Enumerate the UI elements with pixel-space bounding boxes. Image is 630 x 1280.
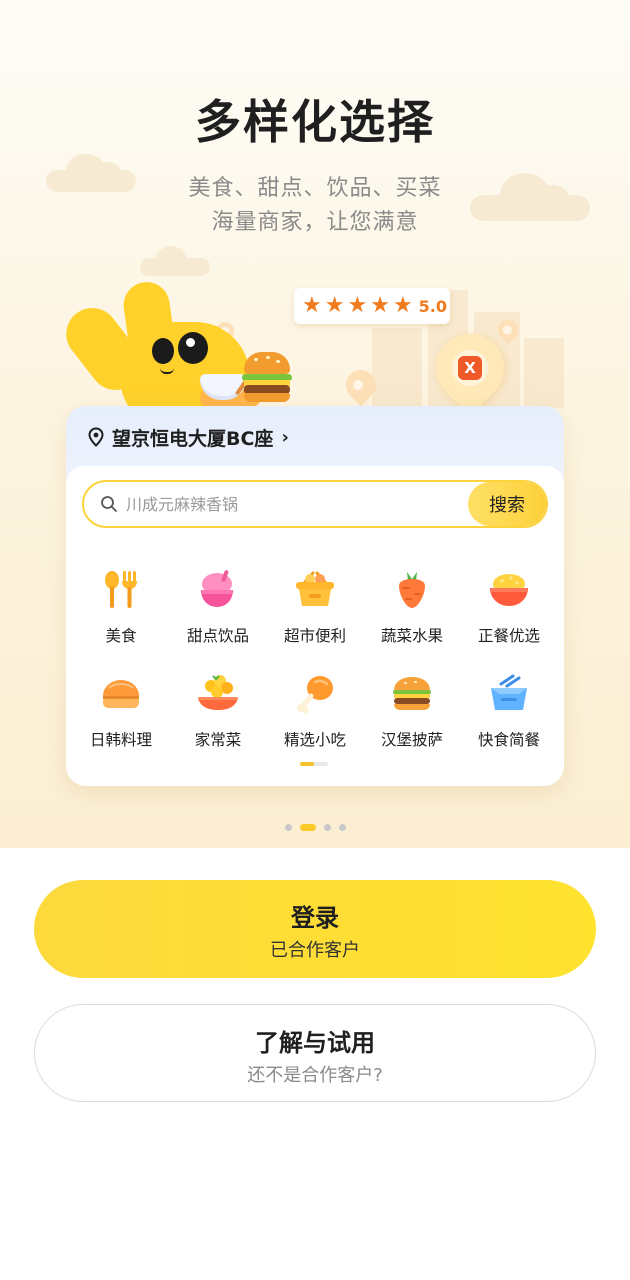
- category-item[interactable]: 甜点饮品: [169, 562, 267, 652]
- card-body: 搜索 美食: [66, 466, 564, 786]
- location-selector[interactable]: 望京恒电大厦BC座 ›: [86, 424, 289, 450]
- hero-subtitle-line1: 美食、甜点、饮品、买菜: [188, 176, 442, 201]
- search-button[interactable]: 搜索: [468, 482, 546, 526]
- category-label: 超市便利: [283, 627, 346, 645]
- trial-button-subtitle: 还不是合作客户?: [247, 1065, 383, 1086]
- category-item[interactable]: 快食简餐: [460, 666, 558, 756]
- login-button[interactable]: 登录 已合作客户: [34, 880, 596, 978]
- category-label: 家常菜: [194, 731, 242, 749]
- category-item[interactable]: 汉堡披萨: [363, 666, 461, 756]
- category-label: 日韩料理: [89, 731, 152, 749]
- app-preview-card: 望京恒电大厦BC座 › 搜索: [66, 406, 564, 786]
- drumstick-icon: [297, 676, 333, 714]
- carousel-dot[interactable]: [338, 824, 346, 831]
- search-input[interactable]: [126, 484, 468, 524]
- brand-logo-icon: X: [458, 356, 482, 380]
- login-button-title: 登录: [291, 904, 339, 932]
- category-item[interactable]: 美食: [72, 562, 170, 652]
- dessert-cup-icon: [201, 570, 233, 607]
- category-item[interactable]: 日韩料理: [72, 666, 170, 756]
- onboarding-hero: 多样化选择 美食、甜点、饮品、买菜 海量商家，让您满意 ★ ★ ★ ★ ★ 5.…: [0, 0, 630, 848]
- category-item[interactable]: 超市便利: [266, 562, 364, 652]
- category-label: 汉堡披萨: [380, 731, 443, 749]
- rating-score: 5.0: [418, 296, 448, 316]
- burger-icon: [242, 352, 292, 402]
- category-label: 蔬菜水果: [380, 627, 443, 645]
- hero-title: 多样化选择: [195, 95, 435, 149]
- mascot-illustration: [55, 279, 310, 432]
- star-icon: ★: [370, 293, 390, 318]
- category-label: 正餐优选: [477, 627, 540, 645]
- star-icon: ★: [324, 293, 345, 318]
- learn-and-trial-button[interactable]: 了解与试用 还不是合作客户?: [34, 1004, 596, 1102]
- trial-button-title: 了解与试用: [255, 1029, 375, 1057]
- category-page-indicator: [300, 762, 328, 766]
- carousel-dot[interactable]: [323, 824, 331, 831]
- rating-badge: ★ ★ ★ ★ ★ 5.0: [294, 288, 450, 324]
- takeout-box-icon: [491, 674, 527, 710]
- rice-bowl-icon: [490, 574, 528, 606]
- location-pin-icon: [88, 427, 104, 447]
- login-button-subtitle: 已合作客户: [270, 940, 360, 961]
- carousel-indicator: [0, 824, 630, 831]
- home-dish-icon: [198, 675, 238, 710]
- category-label: 精选小吃: [283, 731, 346, 749]
- star-icon: ★: [347, 293, 368, 318]
- carousel-dot[interactable]: [284, 824, 292, 831]
- category-item[interactable]: 精选小吃: [266, 666, 364, 756]
- carrot-icon: [399, 572, 425, 608]
- search-icon: [101, 496, 117, 512]
- burger-icon: [393, 677, 431, 710]
- location-label: 望京恒电大厦BC座: [112, 427, 274, 450]
- basket-icon: [296, 571, 334, 606]
- fork-spoon-icon: [105, 571, 137, 608]
- star-icon: ★: [392, 293, 413, 318]
- carousel-dot-active[interactable]: [299, 824, 316, 831]
- chevron-right-icon: ›: [281, 426, 289, 448]
- cloud-decoration: [140, 246, 210, 276]
- category-label: 甜点饮品: [186, 627, 249, 645]
- category-item[interactable]: 正餐优选: [460, 562, 558, 652]
- category-label: 美食: [105, 627, 137, 645]
- search-bar: 搜索: [82, 480, 548, 528]
- category-item[interactable]: 家常菜: [169, 666, 267, 756]
- category-item[interactable]: 蔬菜水果: [363, 562, 461, 652]
- category-label: 快食简餐: [477, 731, 540, 749]
- sushi-icon: [103, 680, 139, 708]
- hero-subtitle-line2: 海量商家，让您满意: [211, 210, 419, 235]
